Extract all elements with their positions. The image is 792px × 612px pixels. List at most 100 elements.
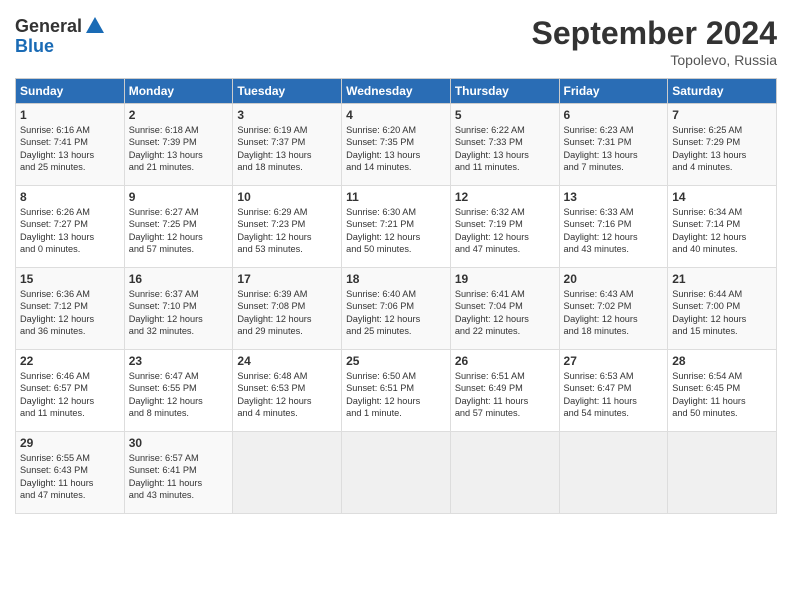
col-header-friday: Friday xyxy=(559,79,668,104)
day-number: 8 xyxy=(20,190,120,204)
header: General Blue September 2024 Topolevo, Ru… xyxy=(15,15,777,68)
day-number: 9 xyxy=(129,190,229,204)
week-row-5: 29 Sunrise: 6:55 AM Sunset: 6:43 PM Dayli… xyxy=(16,432,777,514)
day-number: 23 xyxy=(129,354,229,368)
calendar-cell xyxy=(233,432,342,514)
cell-info: Sunrise: 6:44 AM Sunset: 7:00 PM Dayligh… xyxy=(672,288,772,338)
cell-info: Sunrise: 6:33 AM Sunset: 7:16 PM Dayligh… xyxy=(564,206,664,256)
cell-info: Sunrise: 6:22 AM Sunset: 7:33 PM Dayligh… xyxy=(455,124,555,174)
day-number: 11 xyxy=(346,190,446,204)
day-number: 2 xyxy=(129,108,229,122)
day-number: 18 xyxy=(346,272,446,286)
calendar-cell: 27Sunrise: 6:53 AM Sunset: 6:47 PM Dayli… xyxy=(559,350,668,432)
calendar-cell: 4 Sunrise: 6:20 AM Sunset: 7:35 PM Daylig… xyxy=(342,104,451,186)
calendar-cell: 11 Sunrise: 6:30 AM Sunset: 7:21 PM Dayli… xyxy=(342,186,451,268)
week-row-4: 22 Sunrise: 6:46 AM Sunset: 6:57 PM Dayli… xyxy=(16,350,777,432)
cell-info: Sunrise: 6:53 AM Sunset: 6:47 PM Dayligh… xyxy=(564,370,664,420)
col-header-wednesday: Wednesday xyxy=(342,79,451,104)
calendar-cell: 16 Sunrise: 6:37 AM Sunset: 7:10 PM Dayli… xyxy=(124,268,233,350)
day-number: 30 xyxy=(129,436,229,450)
day-number: 15 xyxy=(20,272,120,286)
calendar-cell: 10 Sunrise: 6:29 AM Sunset: 7:23 PM Dayli… xyxy=(233,186,342,268)
col-header-sunday: Sunday xyxy=(16,79,125,104)
day-number: 6 xyxy=(564,108,664,122)
calendar-cell: 17Sunrise: 6:39 AM Sunset: 7:08 PM Dayli… xyxy=(233,268,342,350)
col-header-monday: Monday xyxy=(124,79,233,104)
week-row-3: 15 Sunrise: 6:36 AM Sunset: 7:12 PM Dayli… xyxy=(16,268,777,350)
cell-info: Sunrise: 6:16 AM Sunset: 7:41 PM Dayligh… xyxy=(20,124,120,174)
calendar-cell: 21 Sunrise: 6:44 AM Sunset: 7:00 PM Dayli… xyxy=(668,268,777,350)
location: Topolevo, Russia xyxy=(532,52,777,68)
day-number: 16 xyxy=(129,272,229,286)
cell-info: Sunrise: 6:29 AM Sunset: 7:23 PM Dayligh… xyxy=(237,206,337,256)
cell-info: Sunrise: 6:20 AM Sunset: 7:35 PM Dayligh… xyxy=(346,124,446,174)
calendar-cell: 24 Sunrise: 6:48 AM Sunset: 6:53 PM Dayli… xyxy=(233,350,342,432)
month-title: September 2024 xyxy=(532,15,777,52)
day-number: 29 xyxy=(20,436,120,450)
calendar-cell: 5 Sunrise: 6:22 AM Sunset: 7:33 PM Daylig… xyxy=(450,104,559,186)
cell-info: Sunrise: 6:46 AM Sunset: 6:57 PM Dayligh… xyxy=(20,370,120,420)
day-number: 12 xyxy=(455,190,555,204)
calendar-cell: 13 Sunrise: 6:33 AM Sunset: 7:16 PM Dayli… xyxy=(559,186,668,268)
calendar-cell: 6Sunrise: 6:23 AM Sunset: 7:31 PM Daylig… xyxy=(559,104,668,186)
calendar-cell: 9 Sunrise: 6:27 AM Sunset: 7:25 PM Daylig… xyxy=(124,186,233,268)
day-number: 21 xyxy=(672,272,772,286)
page-container: General Blue September 2024 Topolevo, Ru… xyxy=(0,0,792,524)
cell-info: Sunrise: 6:54 AM Sunset: 6:45 PM Dayligh… xyxy=(672,370,772,420)
day-number: 26 xyxy=(455,354,555,368)
day-number: 22 xyxy=(20,354,120,368)
calendar-cell: 20 Sunrise: 6:43 AM Sunset: 7:02 PM Dayli… xyxy=(559,268,668,350)
day-number: 17 xyxy=(237,272,337,286)
col-header-tuesday: Tuesday xyxy=(233,79,342,104)
cell-info: Sunrise: 6:40 AM Sunset: 7:06 PM Dayligh… xyxy=(346,288,446,338)
week-row-2: 8 Sunrise: 6:26 AM Sunset: 7:27 PM Daylig… xyxy=(16,186,777,268)
day-number: 14 xyxy=(672,190,772,204)
calendar-cell: 26 Sunrise: 6:51 AM Sunset: 6:49 PM Dayli… xyxy=(450,350,559,432)
calendar-cell: 2 Sunrise: 6:18 AM Sunset: 7:39 PM Daylig… xyxy=(124,104,233,186)
calendar-table: SundayMondayTuesdayWednesdayThursdayFrid… xyxy=(15,78,777,514)
cell-info: Sunrise: 6:55 AM Sunset: 6:43 PM Dayligh… xyxy=(20,452,120,502)
cell-info: Sunrise: 6:51 AM Sunset: 6:49 PM Dayligh… xyxy=(455,370,555,420)
day-number: 13 xyxy=(564,190,664,204)
calendar-cell: 14Sunrise: 6:34 AM Sunset: 7:14 PM Dayli… xyxy=(668,186,777,268)
calendar-cell: 30Sunrise: 6:57 AM Sunset: 6:41 PM Dayli… xyxy=(124,432,233,514)
calendar-cell xyxy=(559,432,668,514)
cell-info: Sunrise: 6:19 AM Sunset: 7:37 PM Dayligh… xyxy=(237,124,337,174)
day-number: 25 xyxy=(346,354,446,368)
cell-info: Sunrise: 6:37 AM Sunset: 7:10 PM Dayligh… xyxy=(129,288,229,338)
calendar-cell: 3 Sunrise: 6:19 AM Sunset: 7:37 PM Daylig… xyxy=(233,104,342,186)
calendar-cell: 28 Sunrise: 6:54 AM Sunset: 6:45 PM Dayli… xyxy=(668,350,777,432)
cell-info: Sunrise: 6:48 AM Sunset: 6:53 PM Dayligh… xyxy=(237,370,337,420)
calendar-cell: 25 Sunrise: 6:50 AM Sunset: 6:51 PM Dayli… xyxy=(342,350,451,432)
cell-info: Sunrise: 6:50 AM Sunset: 6:51 PM Dayligh… xyxy=(346,370,446,420)
day-number: 5 xyxy=(455,108,555,122)
calendar-cell: 19Sunrise: 6:41 AM Sunset: 7:04 PM Dayli… xyxy=(450,268,559,350)
cell-info: Sunrise: 6:27 AM Sunset: 7:25 PM Dayligh… xyxy=(129,206,229,256)
week-row-1: 1Sunrise: 6:16 AM Sunset: 7:41 PM Daylig… xyxy=(16,104,777,186)
day-number: 7 xyxy=(672,108,772,122)
day-number: 19 xyxy=(455,272,555,286)
cell-info: Sunrise: 6:43 AM Sunset: 7:02 PM Dayligh… xyxy=(564,288,664,338)
calendar-cell: 29 Sunrise: 6:55 AM Sunset: 6:43 PM Dayli… xyxy=(16,432,125,514)
day-number: 20 xyxy=(564,272,664,286)
day-number: 28 xyxy=(672,354,772,368)
day-number: 24 xyxy=(237,354,337,368)
logo-general: General xyxy=(15,17,82,35)
calendar-cell: 22 Sunrise: 6:46 AM Sunset: 6:57 PM Dayli… xyxy=(16,350,125,432)
calendar-cell: 7 Sunrise: 6:25 AM Sunset: 7:29 PM Daylig… xyxy=(668,104,777,186)
logo: General Blue xyxy=(15,15,106,57)
header-row: SundayMondayTuesdayWednesdayThursdayFrid… xyxy=(16,79,777,104)
cell-info: Sunrise: 6:26 AM Sunset: 7:27 PM Dayligh… xyxy=(20,206,120,256)
calendar-cell: 12Sunrise: 6:32 AM Sunset: 7:19 PM Dayli… xyxy=(450,186,559,268)
calendar-cell xyxy=(450,432,559,514)
cell-info: Sunrise: 6:18 AM Sunset: 7:39 PM Dayligh… xyxy=(129,124,229,174)
calendar-cell: 8 Sunrise: 6:26 AM Sunset: 7:27 PM Daylig… xyxy=(16,186,125,268)
cell-info: Sunrise: 6:25 AM Sunset: 7:29 PM Dayligh… xyxy=(672,124,772,174)
cell-info: Sunrise: 6:30 AM Sunset: 7:21 PM Dayligh… xyxy=(346,206,446,256)
cell-info: Sunrise: 6:36 AM Sunset: 7:12 PM Dayligh… xyxy=(20,288,120,338)
calendar-cell: 1Sunrise: 6:16 AM Sunset: 7:41 PM Daylig… xyxy=(16,104,125,186)
day-number: 3 xyxy=(237,108,337,122)
day-number: 4 xyxy=(346,108,446,122)
day-number: 10 xyxy=(237,190,337,204)
calendar-cell xyxy=(342,432,451,514)
